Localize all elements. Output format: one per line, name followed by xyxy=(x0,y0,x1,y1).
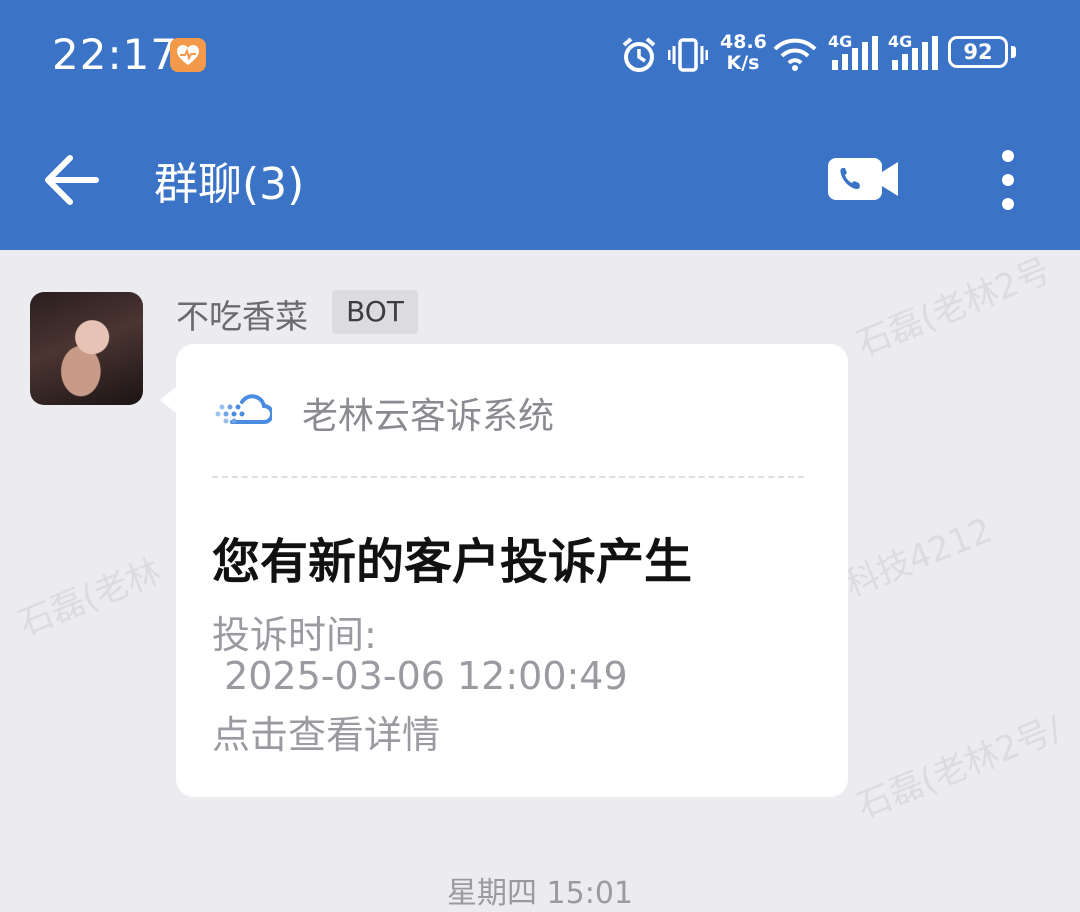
complaint-time-value: 2025-03-06 12:00:49 xyxy=(212,654,628,698)
watermark: 科技4212 xyxy=(839,510,998,606)
net-speed: 48.6 K/s xyxy=(720,31,767,74)
vibrate-icon xyxy=(668,38,708,72)
notice-title: 您有新的客户投诉产生 xyxy=(212,534,693,590)
signal-2-icon xyxy=(892,36,938,70)
top-bar: 22:17 48.6 K/s 4G 4G 92 群聊(3) xyxy=(0,0,1080,250)
battery-icon: 92 xyxy=(948,36,1008,68)
signal-1-icon xyxy=(832,36,878,70)
health-app-icon xyxy=(170,38,206,72)
watermark: 石磊(老林2号/ xyxy=(851,708,1068,827)
system-name: 老林云客诉系统 xyxy=(302,396,555,437)
status-time: 22:17 xyxy=(52,30,179,79)
watermark: 石磊(老林2号 xyxy=(851,250,1057,365)
avatar[interactable] xyxy=(30,292,143,405)
watermark: 石磊(老林 xyxy=(13,551,167,645)
video-call-icon[interactable] xyxy=(826,154,902,204)
sender-name: 不吃香菜 xyxy=(176,297,308,336)
battery-tip xyxy=(1011,46,1016,58)
view-details-link[interactable]: 点击查看详情 xyxy=(212,704,440,759)
status-icons: 48.6 K/s 4G 4G 92 xyxy=(620,32,1030,76)
bot-badge: BOT xyxy=(332,290,418,334)
card-pointer xyxy=(160,386,177,414)
more-options-icon[interactable] xyxy=(988,148,1028,212)
divider xyxy=(212,476,804,478)
date-separator: 星期四 15:01 xyxy=(447,876,633,911)
chat-title: 群聊(3) xyxy=(154,159,305,210)
wifi-icon xyxy=(773,38,817,71)
back-arrow-icon[interactable] xyxy=(40,150,104,210)
complaint-time-label: 投诉时间: xyxy=(212,613,377,657)
alarm-icon xyxy=(622,37,656,72)
cloud-icon xyxy=(215,394,272,424)
